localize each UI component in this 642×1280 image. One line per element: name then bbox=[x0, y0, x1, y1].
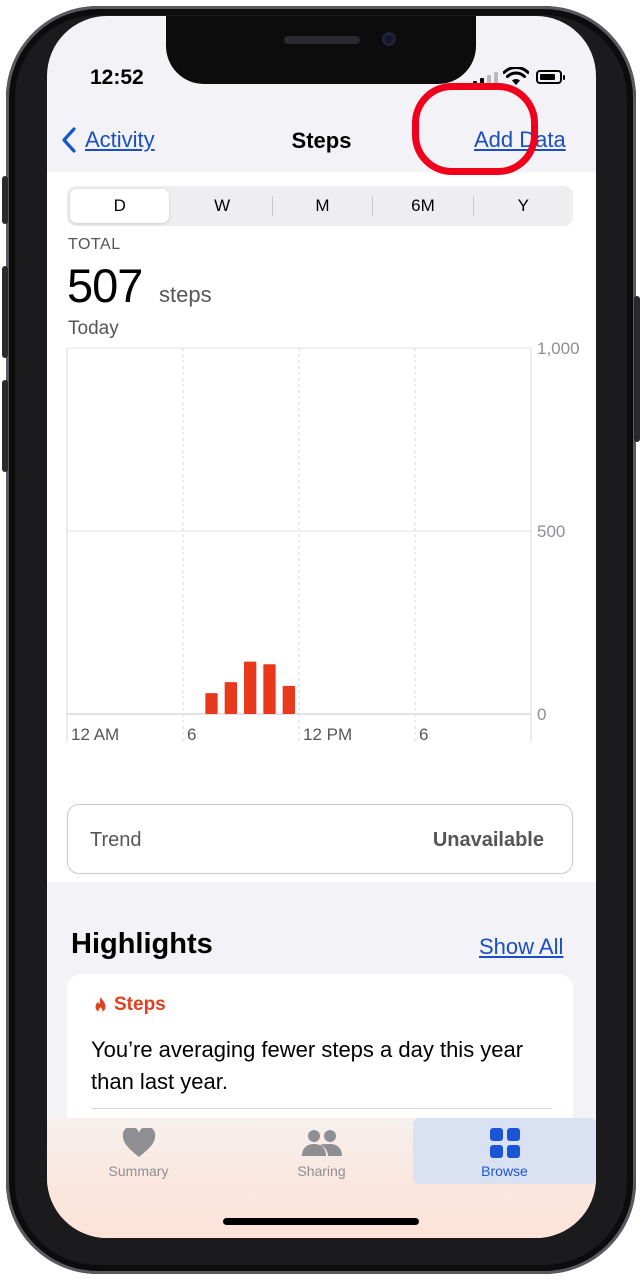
grid-icon bbox=[489, 1128, 520, 1158]
period-segmented-control: D W M 6M Y bbox=[67, 186, 573, 226]
y-tick-label: 1,000 bbox=[537, 342, 580, 358]
home-indicator bbox=[223, 1218, 419, 1225]
tab-sharing[interactable]: Sharing bbox=[230, 1118, 413, 1184]
trend-row[interactable]: Trend Unavailable bbox=[67, 804, 573, 874]
segment-day[interactable]: D bbox=[70, 189, 170, 223]
x-tick-label: 6 bbox=[187, 725, 196, 744]
y-tick-label: 0 bbox=[537, 705, 546, 724]
battery-icon bbox=[536, 70, 565, 84]
segment-six-months[interactable]: 6M bbox=[373, 186, 472, 226]
annotation-circle bbox=[412, 83, 538, 175]
tab-summary[interactable]: Summary bbox=[47, 1118, 230, 1184]
segment-year[interactable]: Y bbox=[474, 186, 573, 226]
trend-label: Trend bbox=[90, 829, 142, 851]
chart-grid bbox=[66, 347, 532, 742]
total-steps-value: 507 bbox=[67, 259, 143, 312]
steps-bar bbox=[282, 685, 295, 714]
volume-down-button bbox=[2, 380, 8, 472]
highlight-category: Steps bbox=[114, 994, 166, 1015]
people-icon bbox=[301, 1130, 342, 1156]
silent-switch bbox=[2, 176, 8, 224]
tab-sharing-label: Sharing bbox=[297, 1163, 346, 1179]
card-divider bbox=[91, 1108, 551, 1109]
total-label: TOTAL bbox=[68, 236, 121, 253]
highlight-text: You’re averaging fewer steps a day this … bbox=[91, 1037, 524, 1094]
period-label: Today bbox=[68, 318, 119, 339]
notch bbox=[166, 16, 476, 84]
tab-browse[interactable]: Browse bbox=[413, 1118, 596, 1184]
status-time: 12:52 bbox=[90, 66, 144, 89]
front-camera bbox=[382, 32, 396, 46]
segment-month[interactable]: M bbox=[273, 186, 372, 226]
heart-icon bbox=[122, 1128, 155, 1157]
y-tick-label: 500 bbox=[537, 522, 565, 541]
x-tick-label: 6 bbox=[419, 725, 428, 744]
tab-summary-label: Summary bbox=[108, 1163, 169, 1179]
highlights-title: Highlights bbox=[71, 928, 213, 960]
steps-bar bbox=[205, 693, 218, 714]
show-all-link[interactable]: Show All bbox=[479, 934, 563, 960]
chart-labels: 1,000 500 0 12 AM 6 12 PM 6 bbox=[71, 342, 580, 744]
total-steps-unit: steps bbox=[159, 282, 212, 307]
steps-chart[interactable]: 1,000 500 0 12 AM 6 12 PM 6 bbox=[47, 342, 596, 782]
segment-week[interactable]: W bbox=[172, 186, 271, 226]
steps-bar bbox=[244, 661, 257, 714]
steps-bar bbox=[263, 664, 276, 714]
volume-up-button bbox=[2, 266, 8, 358]
highlight-card-header: Steps bbox=[93, 994, 166, 1016]
steps-content: D W M 6M Y TOTAL 507 steps Today 1,000 50… bbox=[47, 172, 596, 882]
x-tick-label: 12 AM bbox=[71, 725, 119, 744]
chart-bars bbox=[205, 661, 295, 714]
trend-value: Unavailable bbox=[432, 829, 544, 851]
screen: 12:52 Activity Steps Add Data D W M 6M Y bbox=[47, 16, 596, 1238]
power-button bbox=[634, 296, 640, 442]
x-tick-label: 12 PM bbox=[303, 725, 352, 744]
steps-bar bbox=[224, 682, 237, 714]
earpiece-speaker bbox=[284, 36, 360, 44]
flame-icon bbox=[95, 996, 106, 1013]
tab-browse-label: Browse bbox=[481, 1163, 528, 1179]
